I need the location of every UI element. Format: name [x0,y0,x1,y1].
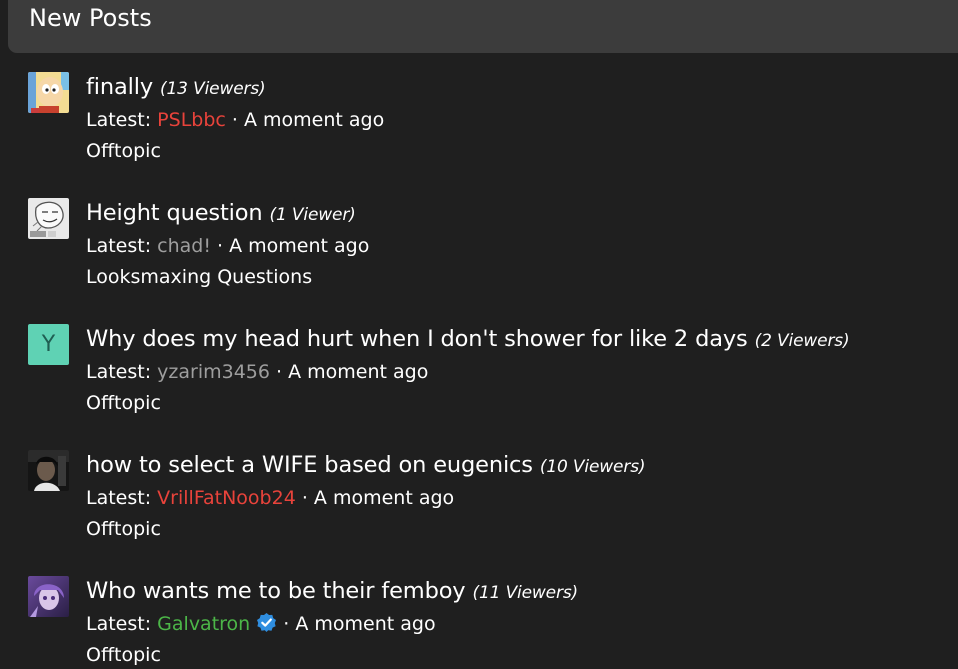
latest-label: Latest: [86,361,158,383]
forum-link[interactable]: Offtopic [86,641,161,669]
thread-title-link[interactable]: Height question [86,200,263,226]
verified-badge-icon [256,612,277,633]
separator: · [210,235,230,257]
forum-link[interactable]: Looksmaxing Questions [86,263,312,291]
viewer-count: (13 Viewers) [160,79,266,99]
avatar[interactable] [28,72,69,113]
thread-title-link[interactable]: Why does my head hurt when I don't showe… [86,326,748,352]
latest-user-link[interactable]: yzarim3456 [157,361,270,383]
thread-title-line: Who wants me to be their femboy (11 View… [86,575,578,609]
latest-label: Latest: [86,109,158,131]
latest-user-link[interactable]: PSLbbc [157,109,226,131]
avatar[interactable] [28,576,69,617]
thread-title-link[interactable]: how to select a WIFE based on eugenics [86,452,533,478]
latest-user-link[interactable]: VrillFatNoob24 [157,487,296,509]
separator: · [269,361,289,383]
latest-label: Latest: [86,235,158,257]
viewer-count: (10 Viewers) [539,457,646,477]
latest-line: Latest: chad! · A moment ago [86,232,369,260]
post-time[interactable]: A moment ago [229,235,369,257]
viewer-count: (11 Viewers) [472,583,579,603]
post-time[interactable]: A moment ago [314,487,454,509]
latest-line: Latest: PSLbbc · A moment ago [86,106,384,134]
separator: · [277,613,296,635]
list-item: Height question (1 Viewer) Latest: chad!… [0,179,958,289]
avatar[interactable] [28,198,69,239]
new-posts-header: New Posts [8,0,958,53]
purple-anime-icon [28,576,69,617]
section-title: New Posts [29,4,152,32]
list-item: finally (13 Viewers) Latest: PSLbbc · A … [0,53,958,163]
thread-title-line: how to select a WIFE based on eugenics (… [86,449,646,483]
latest-user-link[interactable]: Galvatron [157,613,250,635]
post-time[interactable]: A moment ago [288,361,428,383]
post-time[interactable]: A moment ago [244,109,384,131]
list-item: how to select a WIFE based on eugenics (… [0,431,958,541]
cartoon-baby-icon [28,72,69,113]
avatar[interactable]: Y [28,324,69,365]
thread-title-line: Why does my head hurt when I don't showe… [86,323,850,357]
list-item: Who wants me to be their femboy (11 View… [0,557,958,667]
latest-line: Latest: Galvatron · A moment ago [86,610,436,638]
list-item: Y Why does my head hurt when I don't sho… [0,305,958,415]
avatar[interactable] [28,450,69,491]
viewer-count: (1 Viewer) [269,205,356,225]
forum-link[interactable]: Offtopic [86,389,161,417]
latest-line: Latest: yzarim3456 · A moment ago [86,358,428,386]
forum-link[interactable]: Offtopic [86,515,161,543]
latest-line: Latest: VrillFatNoob24 · A moment ago [86,484,454,512]
avatar-letter: Y [41,332,56,357]
latest-label: Latest: [86,613,158,635]
forum-link[interactable]: Offtopic [86,137,161,165]
thread-title-link[interactable]: finally [86,74,153,100]
post-time[interactable]: A moment ago [295,613,435,635]
latest-user-link[interactable]: chad! [157,235,211,257]
thread-title-link[interactable]: Who wants me to be their femboy [86,578,466,604]
thread-title-line: finally (13 Viewers) [86,71,266,105]
viewer-count: (2 Viewers) [754,331,850,351]
sketch-drawing-icon [28,198,69,239]
latest-label: Latest: [86,487,158,509]
dark-photo-icon [28,450,69,491]
thread-title-line: Height question (1 Viewer) [86,197,356,231]
separator: · [225,109,244,131]
separator: · [295,487,314,509]
